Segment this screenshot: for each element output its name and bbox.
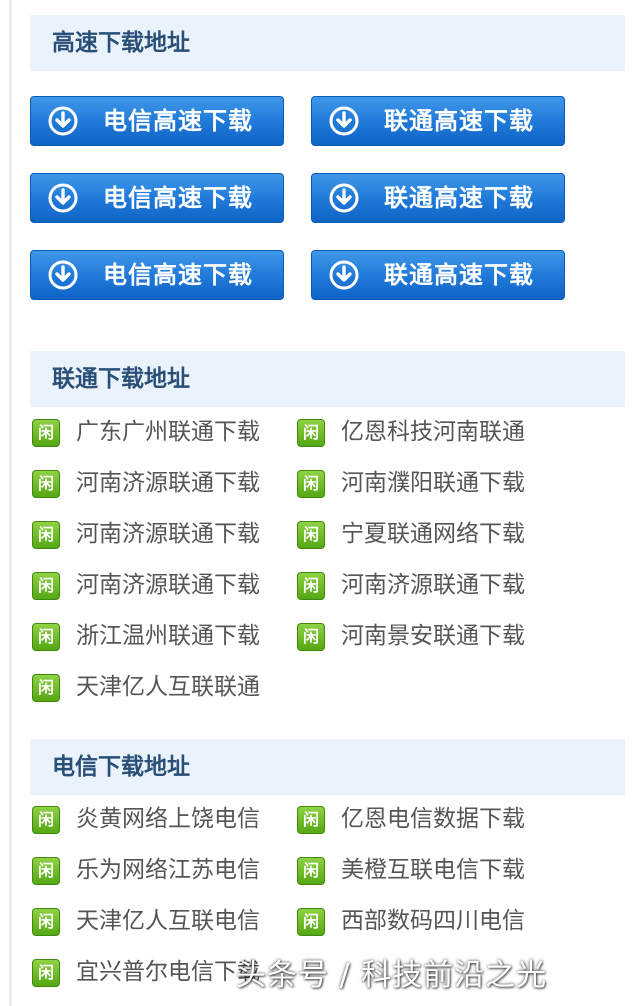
idle-badge-icon: 闲: [297, 857, 325, 885]
idle-badge-icon: 闲: [297, 806, 325, 834]
link-label: 亿恩电信数据下载: [341, 806, 525, 832]
idle-badge-icon: 闲: [32, 623, 60, 651]
download-circle-icon: [48, 183, 78, 213]
idle-badge-icon: 闲: [297, 623, 325, 651]
link-label: 天津亿人互联联通: [76, 674, 260, 700]
idle-badge-icon: 闲: [32, 806, 60, 834]
link-label: 河南景安联通下载: [341, 623, 525, 649]
unicom-download-button[interactable]: 联通高速下载: [311, 173, 565, 223]
button-label: 联通高速下载: [384, 184, 534, 212]
idle-badge-icon: 闲: [32, 419, 60, 447]
download-circle-icon: [329, 183, 359, 213]
link-label: 河南濮阳联通下载: [341, 470, 525, 496]
idle-badge-icon: 闲: [297, 470, 325, 498]
telecom-download-button[interactable]: 电信高速下载: [30, 250, 284, 300]
button-label: 电信高速下载: [103, 107, 253, 135]
button-label: 电信高速下载: [103, 261, 253, 289]
download-circle-icon: [48, 260, 78, 290]
button-label: 电信高速下载: [103, 184, 253, 212]
button-label: 联通高速下载: [384, 261, 534, 289]
watermark-text: 头条号 / 科技前沿之光: [236, 958, 548, 993]
button-label: 联通高速下载: [384, 107, 534, 135]
section-header-high-speed: 高速下载地址: [30, 15, 625, 71]
link-label: 浙江温州联通下载: [76, 623, 260, 649]
idle-badge-icon: 闲: [32, 857, 60, 885]
link-label: 广东广州联通下载: [76, 419, 260, 445]
section-title: 高速下载地址: [52, 30, 190, 56]
idle-badge-icon: 闲: [297, 908, 325, 936]
link-label: 亿恩科技河南联通: [341, 419, 525, 445]
telecom-download-button[interactable]: 电信高速下载: [30, 173, 284, 223]
left-border: [9, 0, 12, 1006]
link-label: 美橙互联电信下载: [341, 857, 525, 883]
idle-badge-icon: 闲: [32, 572, 60, 600]
idle-badge-icon: 闲: [32, 959, 60, 987]
idle-badge-icon: 闲: [297, 419, 325, 447]
link-label: 河南济源联通下载: [76, 572, 260, 598]
link-label: 西部数码四川电信: [341, 908, 525, 934]
link-label: 河南济源联通下载: [341, 572, 525, 598]
link-label: 河南济源联通下载: [76, 521, 260, 547]
idle-badge-icon: 闲: [32, 674, 60, 702]
section-title: 电信下载地址: [52, 754, 190, 780]
download-circle-icon: [329, 106, 359, 136]
link-label: 天津亿人互联电信: [76, 908, 260, 934]
link-label: 宜兴普尔电信下载: [76, 959, 260, 985]
link-label: 炎黄网络上饶电信: [76, 806, 260, 832]
link-label: 乐为网络江苏电信: [76, 857, 260, 883]
idle-badge-icon: 闲: [32, 521, 60, 549]
link-label: 河南济源联通下载: [76, 470, 260, 496]
download-circle-icon: [329, 260, 359, 290]
link-label: 宁夏联通网络下载: [341, 521, 525, 547]
idle-badge-icon: 闲: [32, 908, 60, 936]
idle-badge-icon: 闲: [297, 521, 325, 549]
download-circle-icon: [48, 106, 78, 136]
section-header-unicom: 联通下载地址: [30, 351, 625, 407]
telecom-download-button[interactable]: 电信高速下载: [30, 96, 284, 146]
idle-badge-icon: 闲: [32, 470, 60, 498]
idle-badge-icon: 闲: [297, 572, 325, 600]
section-title: 联通下载地址: [52, 366, 190, 392]
unicom-download-button[interactable]: 联通高速下载: [311, 96, 565, 146]
unicom-download-button[interactable]: 联通高速下载: [311, 250, 565, 300]
section-header-telecom: 电信下载地址: [30, 739, 625, 795]
